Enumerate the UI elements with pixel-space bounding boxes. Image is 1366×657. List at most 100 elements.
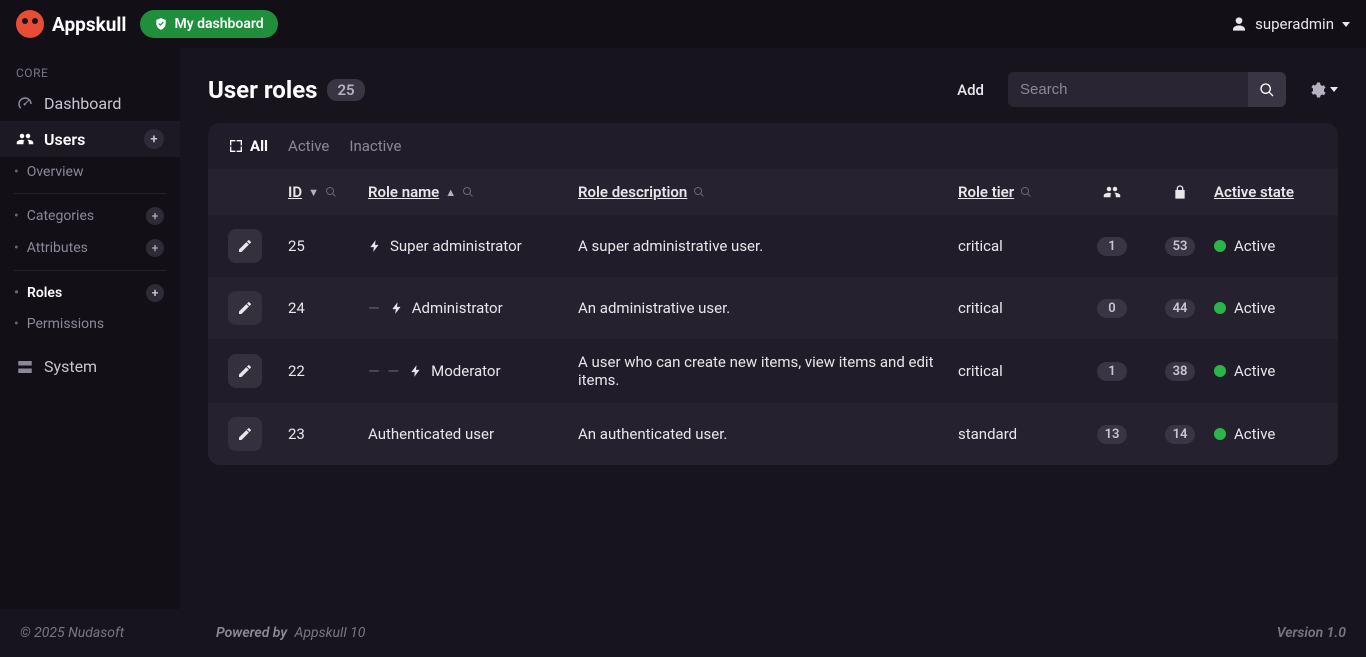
permissions-count-badge: 53 [1165, 237, 1196, 256]
add-button[interactable]: Add [957, 81, 984, 99]
search-icon [1259, 82, 1275, 98]
pencil-icon [237, 300, 253, 316]
sidebar-permissions-label: Permissions [27, 316, 104, 332]
chevron-down-icon [1330, 87, 1338, 92]
cell-role-tier: critical [958, 362, 1078, 380]
sidebar-sub-attributes[interactable]: Attributes + [0, 232, 180, 264]
th-role-name[interactable]: Role name ▲ [368, 183, 578, 201]
th-role-description[interactable]: Role description [578, 183, 958, 201]
divider [14, 193, 166, 194]
cell-role-description: A user who can create new items, view it… [578, 353, 958, 389]
add-user-icon[interactable]: + [144, 129, 164, 149]
filter-icon[interactable] [1020, 186, 1032, 198]
cell-id: 22 [288, 362, 368, 380]
sidebar-sub-roles[interactable]: Roles + [0, 277, 180, 309]
sidebar-section-core: CORE [0, 56, 180, 86]
sidebar: CORE Dashboard Users + Overview Categori… [0, 48, 180, 609]
permissions-count-badge: 14 [1165, 425, 1196, 444]
role-name-text: Moderator [431, 362, 500, 380]
th-id-label: ID [288, 183, 302, 201]
users-icon [16, 130, 34, 148]
brand-logo-icon [16, 10, 44, 38]
tab-active-label: Active [288, 137, 329, 155]
th-role-tier[interactable]: Role tier [958, 183, 1078, 201]
th-id[interactable]: ID ▼ [288, 183, 368, 201]
status-dot-icon [1214, 240, 1226, 252]
add-attribute-icon[interactable]: + [146, 239, 164, 257]
edit-button[interactable] [228, 229, 262, 263]
add-category-icon[interactable]: + [146, 207, 164, 225]
users-icon [1103, 183, 1121, 201]
footer-powered-by: Appskull 10 [295, 625, 366, 641]
cell-role-tier: standard [958, 425, 1078, 443]
sidebar-item-dashboard[interactable]: Dashboard [0, 86, 180, 121]
sidebar-users-label: Users [44, 130, 85, 149]
lock-icon [1172, 184, 1188, 200]
cell-role-description: An administrative user. [578, 299, 958, 317]
cell-role-tier: critical [958, 237, 1078, 255]
pencil-icon [237, 238, 253, 254]
cell-id: 23 [288, 425, 368, 443]
permissions-count-badge: 44 [1165, 299, 1196, 318]
sidebar-item-system[interactable]: System [0, 349, 180, 384]
gear-icon [1308, 81, 1326, 99]
select-all-icon [228, 138, 244, 154]
cell-active-state: Active [1214, 299, 1338, 317]
tab-inactive-label: Inactive [349, 137, 401, 155]
sidebar-overview-label: Overview [27, 164, 84, 180]
bolt-icon [368, 239, 382, 253]
add-role-icon[interactable]: + [146, 284, 164, 302]
active-state-text: Active [1234, 237, 1275, 255]
search-input[interactable] [1008, 72, 1248, 107]
user-menu[interactable]: superadmin [1231, 15, 1350, 33]
tab-all[interactable]: All [228, 137, 268, 155]
page-header: User roles 25 Add [208, 48, 1338, 123]
role-name-text: Administrator [412, 299, 503, 317]
edit-button[interactable] [228, 291, 262, 325]
search-button[interactable] [1248, 72, 1286, 107]
brand[interactable]: Appskull [16, 10, 126, 38]
settings-menu[interactable] [1308, 81, 1338, 99]
footer: © 2025 Nudasoft Powered by Appskull 10 V… [0, 609, 1366, 657]
th-role-name-label: Role name [368, 183, 439, 201]
table-row: 25Super administratorA super administrat… [208, 215, 1338, 277]
my-dashboard-button[interactable]: My dashboard [140, 10, 277, 38]
table-row: 24—AdministratorAn administrative user.c… [208, 277, 1338, 339]
cell-role-name: — —Moderator [368, 362, 578, 380]
filter-icon[interactable] [462, 186, 474, 198]
sidebar-item-users[interactable]: Users + [0, 121, 180, 157]
cell-role-name: Super administrator [368, 237, 578, 255]
cell-id: 25 [288, 237, 368, 255]
sidebar-roles-label: Roles [27, 285, 62, 301]
th-active-state[interactable]: Active state [1214, 183, 1338, 201]
tab-active[interactable]: Active [288, 137, 329, 155]
sidebar-sub-permissions[interactable]: Permissions [0, 309, 180, 339]
sidebar-sub-categories[interactable]: Categories + [0, 200, 180, 232]
divider [14, 270, 166, 271]
sort-desc-icon: ▼ [308, 186, 319, 199]
edit-button[interactable] [228, 354, 262, 388]
speedometer-icon [16, 95, 34, 113]
sort-asc-icon: ▲ [445, 186, 456, 199]
th-users-count [1078, 183, 1146, 201]
pencil-icon [237, 426, 253, 442]
tab-inactive[interactable]: Inactive [349, 137, 401, 155]
filter-icon[interactable] [325, 186, 337, 198]
th-role-desc-label: Role description [578, 183, 687, 201]
table-row: 22— —ModeratorA user who can create new … [208, 339, 1338, 403]
panel: All Active Inactive ID ▼ [208, 123, 1338, 465]
check-shield-icon [154, 17, 168, 31]
permissions-count-badge: 38 [1165, 362, 1196, 381]
sidebar-sub-overview[interactable]: Overview [0, 157, 180, 187]
users-count-badge: 1 [1097, 362, 1127, 381]
users-count-badge: 0 [1097, 299, 1127, 318]
user-name: superadmin [1255, 15, 1334, 33]
cell-role-tier: critical [958, 299, 1078, 317]
filter-icon[interactable] [693, 186, 705, 198]
footer-powered-by-label: Powered by [216, 625, 287, 641]
search-wrap [1008, 72, 1286, 107]
topbar: Appskull My dashboard superadmin [0, 0, 1366, 48]
count-badge: 25 [327, 79, 364, 101]
cell-role-name: —Administrator [368, 299, 578, 317]
edit-button[interactable] [228, 417, 262, 451]
